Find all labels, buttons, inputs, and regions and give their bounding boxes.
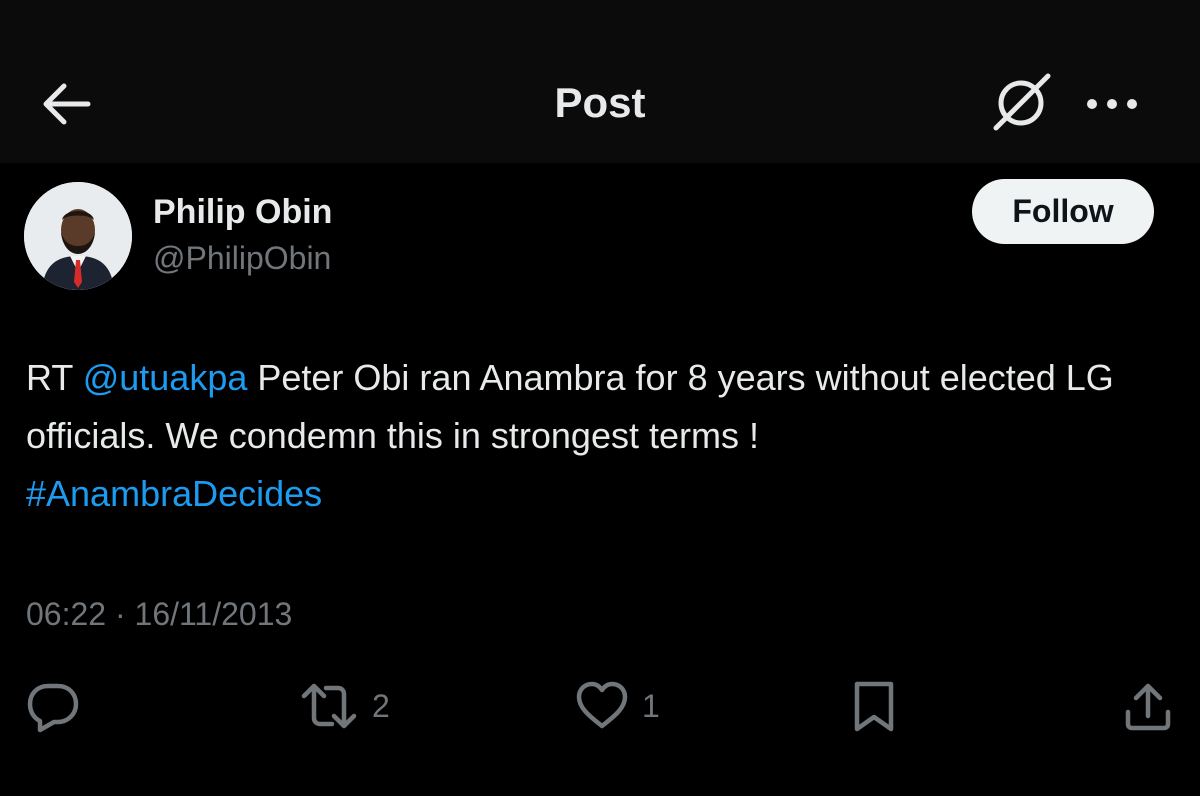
profile-photo xyxy=(24,182,132,290)
arrow-left-icon xyxy=(43,83,91,125)
like-count: 1 xyxy=(642,688,660,724)
repost-button[interactable]: 2 xyxy=(298,678,390,734)
bookmark-icon xyxy=(854,681,894,732)
avatar[interactable] xyxy=(24,182,132,290)
post-text: RT @utuakpa Peter Obi ran Anambra for 8 … xyxy=(26,349,1176,523)
hashtag-link[interactable]: #AnambraDecides xyxy=(26,473,322,514)
grok-button[interactable] xyxy=(988,70,1056,136)
more-options-button[interactable] xyxy=(1080,86,1144,122)
post-timestamp[interactable]: 06:22 · 16/11/2013 xyxy=(26,594,292,634)
reply-icon xyxy=(27,683,79,733)
more-horizontal-icon xyxy=(1087,99,1137,109)
bookmark-button[interactable] xyxy=(848,678,900,734)
grok-icon xyxy=(993,73,1051,131)
back-button[interactable] xyxy=(36,76,100,132)
follow-button[interactable]: Follow xyxy=(972,179,1154,244)
heart-icon xyxy=(576,681,628,729)
retweet-prefix: RT xyxy=(26,357,83,398)
like-button[interactable]: 1 xyxy=(574,678,660,734)
share-button[interactable] xyxy=(1120,678,1176,734)
reply-button[interactable] xyxy=(24,678,94,734)
mention-link[interactable]: @utuakpa xyxy=(83,357,248,398)
repost-count: 2 xyxy=(372,688,390,724)
author-handle[interactable]: @PhilipObin xyxy=(153,238,331,278)
share-icon xyxy=(1125,683,1171,731)
author-name[interactable]: Philip Obin xyxy=(153,192,332,232)
page-title: Post xyxy=(554,79,646,126)
repost-icon xyxy=(301,683,357,729)
